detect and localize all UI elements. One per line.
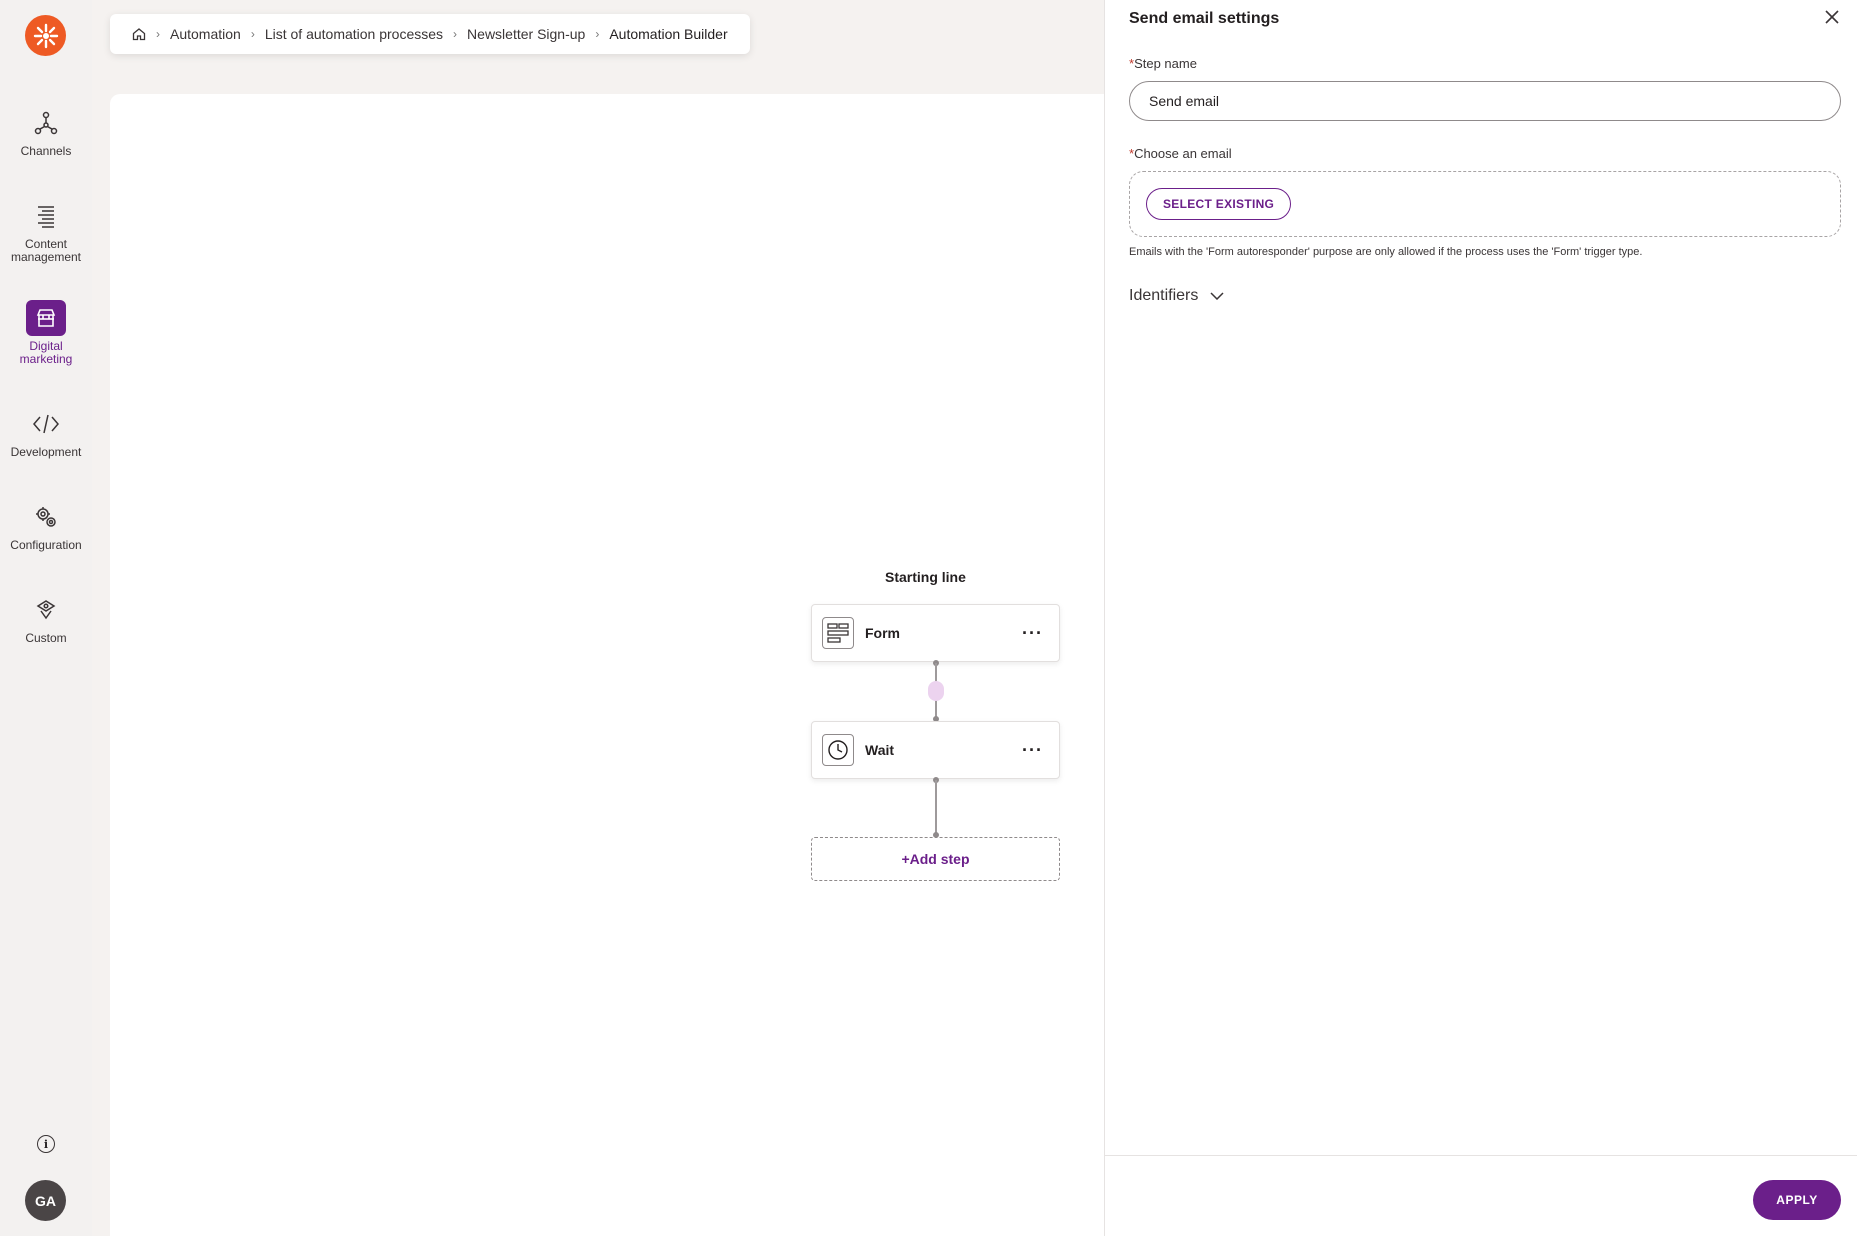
step-card-form[interactable]: Form ···	[811, 604, 1060, 662]
app-root: Channels Content management Digital mark…	[0, 0, 1857, 1236]
breadcrumb-separator-icon: ›	[595, 27, 600, 41]
step-name-input[interactable]	[1129, 81, 1841, 121]
panel-title: Send email settings	[1129, 10, 1280, 27]
chevron-down-icon	[1210, 292, 1224, 300]
nav-item-configuration[interactable]: Configuration	[0, 499, 92, 552]
left-navigation: Channels Content management Digital mark…	[0, 0, 92, 1236]
more-options-icon[interactable]: ···	[1016, 741, 1049, 759]
code-icon	[26, 406, 66, 442]
nav-item-digital-marketing[interactable]: Digital marketing	[0, 300, 92, 366]
nav-label-configuration: Configuration	[10, 538, 82, 552]
store-icon	[26, 300, 66, 336]
nav-label-channels: Channels	[20, 144, 72, 158]
close-icon[interactable]	[1823, 8, 1845, 30]
breadcrumb-newsletter-signup[interactable]: Newsletter Sign-up	[467, 26, 585, 42]
panel-footer-divider	[1105, 1155, 1857, 1156]
channels-icon	[26, 105, 66, 141]
breadcrumb-automation[interactable]: Automation	[170, 26, 241, 42]
step-card-wait[interactable]: Wait ···	[811, 721, 1060, 779]
step-label-wait: Wait	[865, 742, 895, 758]
email-purpose-hint: Emails with the 'Form autoresponder' pur…	[1129, 246, 1643, 258]
kentico-logo-icon[interactable]	[25, 15, 66, 56]
nav-item-channels[interactable]: Channels	[0, 105, 92, 158]
info-icon[interactable]: i	[37, 1135, 55, 1153]
email-selector-box: SELECT EXISTING	[1129, 171, 1841, 237]
step-name-label: *Step name	[1129, 56, 1197, 71]
apply-button[interactable]: APPLY	[1753, 1180, 1841, 1220]
avatar[interactable]: GA	[25, 1180, 66, 1221]
breadcrumb-current: Automation Builder	[609, 26, 728, 42]
nav-item-development[interactable]: Development	[0, 406, 92, 459]
breadcrumb: › Automation › List of automation proces…	[110, 14, 750, 54]
nav-item-content-management[interactable]: Content management	[0, 198, 92, 264]
content-list-icon	[26, 198, 66, 234]
nav-label-content-management: Content management	[10, 237, 82, 264]
home-icon[interactable]	[132, 27, 146, 41]
custom-puzzle-icon	[26, 592, 66, 628]
breadcrumb-process-list[interactable]: List of automation processes	[265, 26, 443, 42]
nav-label-development: Development	[10, 445, 82, 459]
breadcrumb-separator-icon: ›	[453, 27, 458, 41]
cogwheels-icon	[26, 499, 66, 535]
breadcrumb-separator-icon: ›	[156, 27, 160, 41]
starting-line-label: Starting line	[885, 569, 966, 585]
step-label-form: Form	[865, 625, 900, 641]
connector-line	[935, 780, 937, 835]
nav-label-digital-marketing: Digital marketing	[19, 339, 73, 366]
choose-email-label: *Choose an email	[1129, 146, 1232, 161]
nav-item-custom[interactable]: Custom	[0, 592, 92, 645]
identifiers-label: Identifiers	[1129, 287, 1199, 304]
select-existing-button[interactable]: SELECT EXISTING	[1146, 188, 1292, 220]
nav-label-custom: Custom	[25, 631, 67, 645]
add-step-button[interactable]: +Add step	[811, 837, 1060, 881]
clock-icon	[822, 734, 854, 766]
identifiers-toggle[interactable]: Identifiers	[1129, 287, 1224, 305]
form-icon	[822, 617, 854, 649]
automation-canvas[interactable]	[110, 94, 1110, 1236]
breadcrumb-separator-icon: ›	[250, 27, 255, 41]
more-options-icon[interactable]: ···	[1016, 624, 1049, 642]
send-email-settings-panel: Send email settings *Step name *Choose a…	[1104, 0, 1857, 1236]
insert-step-handle[interactable]	[928, 681, 944, 701]
